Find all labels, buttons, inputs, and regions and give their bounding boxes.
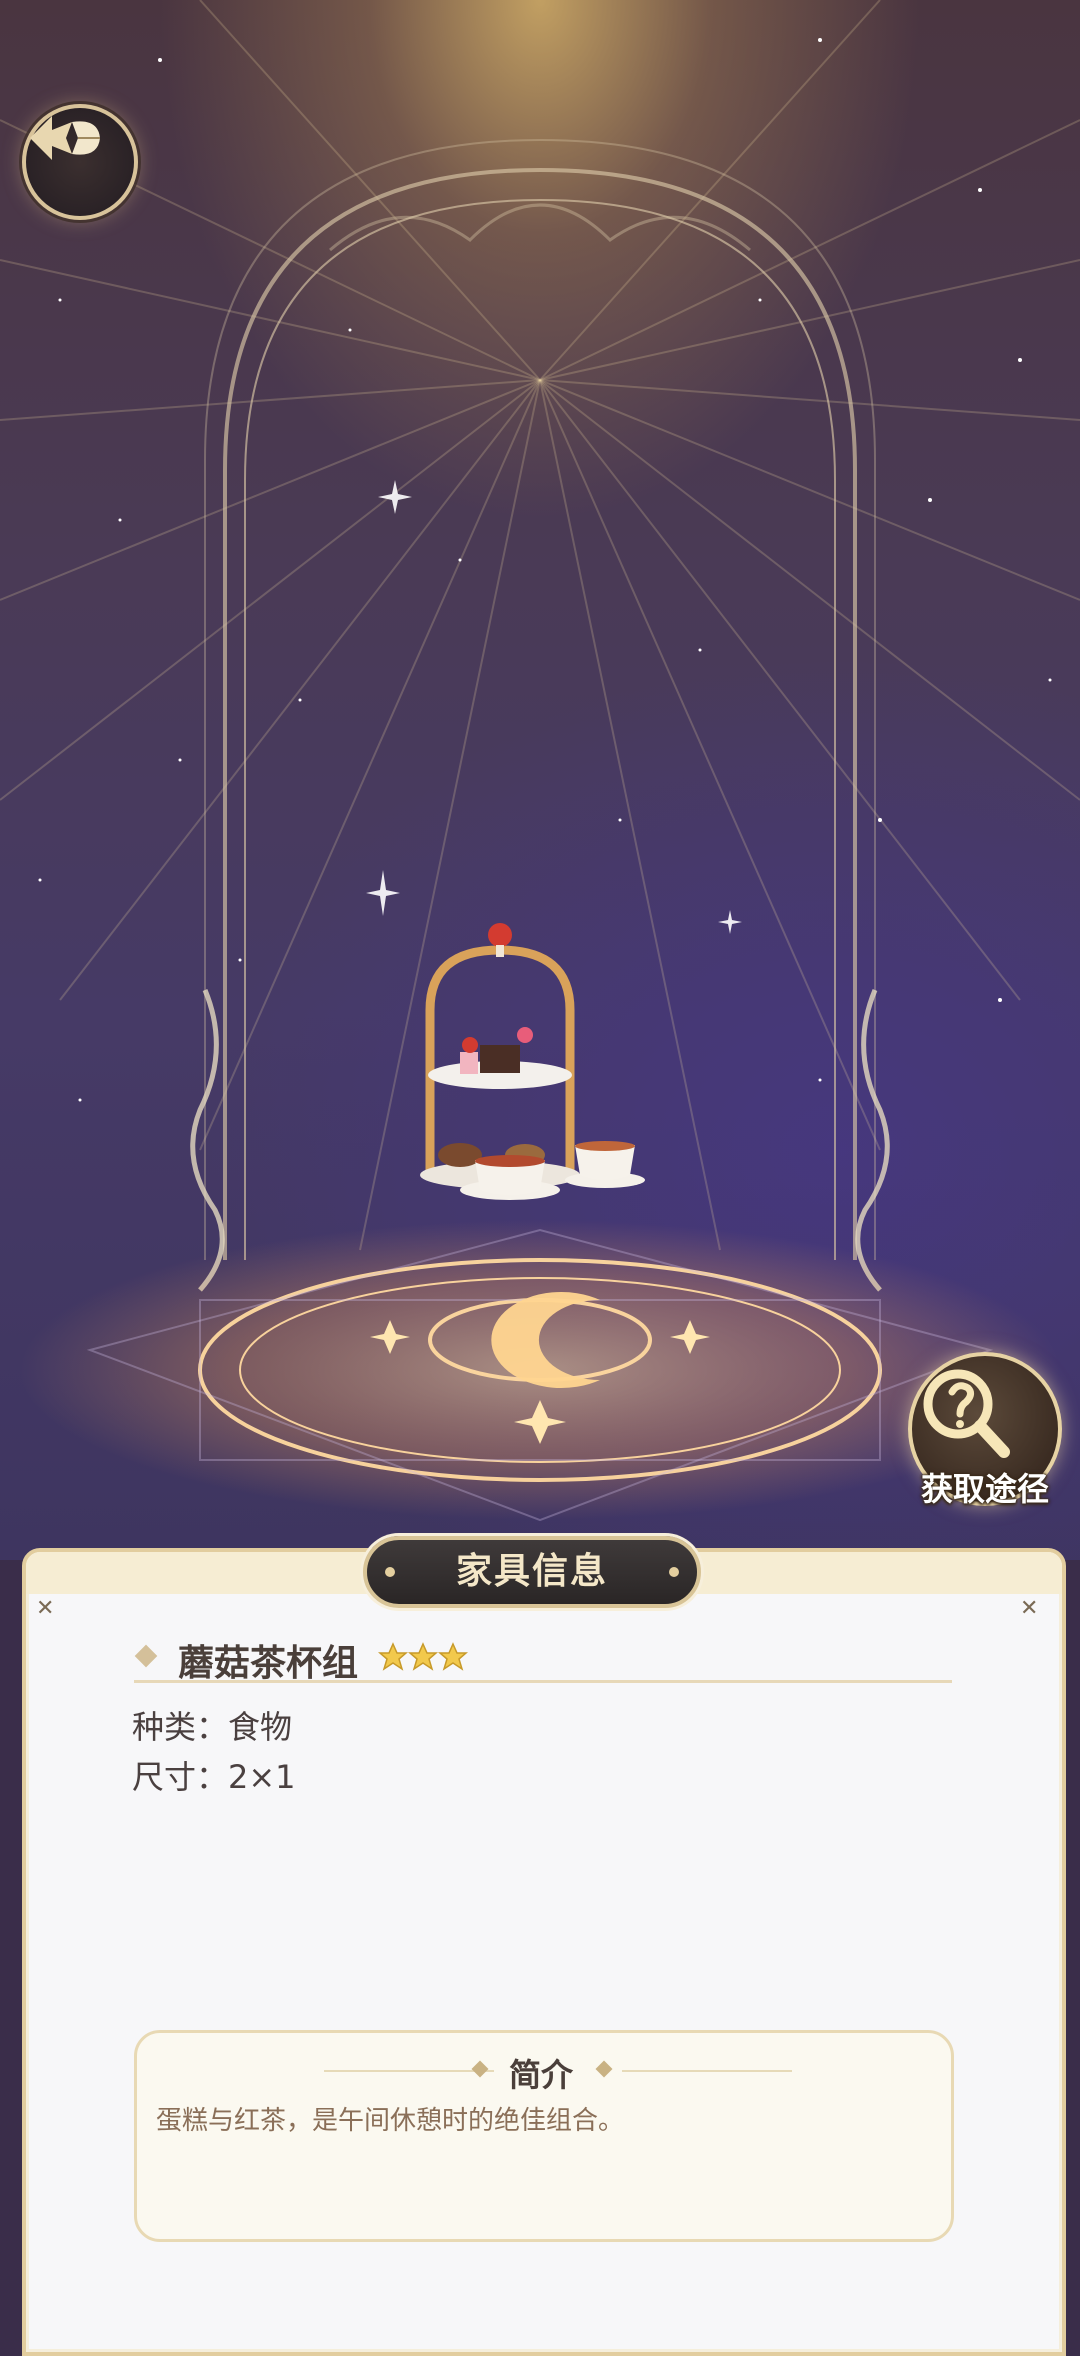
- back-arrow-icon: [30, 116, 100, 160]
- item-name: 蘑菇茶杯组: [178, 1643, 359, 1684]
- item-type: 种类：食物: [132, 1708, 293, 1746]
- question-magnifier-icon: [923, 1369, 1010, 1458]
- title-dot-right: [669, 1567, 679, 1577]
- panel-title-text: 家具信息: [455, 1551, 608, 1592]
- item-model-tea-set: [420, 923, 645, 1200]
- furniture-preview-scene: 获取途径: [0, 0, 1080, 1560]
- name-divider: [134, 1680, 952, 1683]
- star-icon: [378, 1642, 409, 1671]
- title-dot-left: [385, 1567, 395, 1577]
- intro-divider-right: [622, 2070, 792, 2072]
- rarity-stars: [378, 1642, 468, 1671]
- scene-backdrop: [0, 0, 1080, 1522]
- item-size: 尺寸：2×1: [132, 1758, 296, 1796]
- star-icon: [407, 1642, 439, 1671]
- back-button[interactable]: [22, 104, 138, 220]
- star-icon: [437, 1642, 468, 1671]
- diamond-bullet-icon: [134, 1644, 158, 1668]
- corner-ornament-icon: ✕: [1020, 1596, 1039, 1621]
- intro-title: 简介: [508, 2056, 573, 2094]
- intro-description: 蛋糕与红茶，是午间休憩时的绝佳组合。: [156, 2106, 625, 2136]
- item-name-row: 蘑菇茶杯组: [134, 1634, 954, 1684]
- intro-header: 简介: [134, 2050, 948, 2094]
- acquire-source-label: 获取途径: [920, 1470, 1049, 1508]
- panel-title: 家具信息: [363, 1536, 701, 1608]
- corner-ornament-icon: ✕: [36, 1596, 55, 1621]
